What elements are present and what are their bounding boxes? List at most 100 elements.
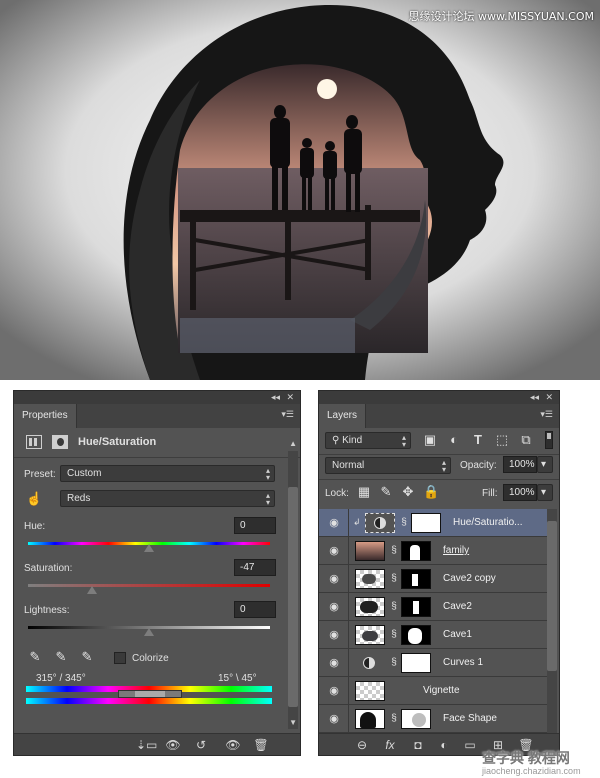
lock-position-icon[interactable]: ✥	[401, 484, 415, 500]
saturation-slider-knob[interactable]	[87, 586, 97, 594]
layer-row-family[interactable]: ◉ § family	[319, 537, 547, 565]
filter-type-icon[interactable]: T	[471, 432, 485, 448]
saturation-slider-track[interactable]	[28, 584, 270, 587]
saturation-input[interactable]: -47	[234, 559, 276, 576]
mask-thumbnail[interactable]	[401, 625, 431, 645]
layer-row-vignette[interactable]: ◉ Vignette	[319, 677, 547, 705]
layer-row-cave1[interactable]: ◉ § Cave1	[319, 621, 547, 649]
layer-name: Cave2	[443, 601, 472, 612]
link-icon[interactable]: §	[389, 657, 399, 669]
clipping-arrow-icon: ↲	[353, 517, 361, 527]
lightness-input[interactable]: 0	[234, 601, 276, 618]
layer-row-cave2-copy[interactable]: ◉ § Cave2 copy	[319, 565, 547, 593]
link-icon[interactable]: §	[389, 601, 399, 613]
mask-thumbnail[interactable]	[401, 569, 431, 589]
updown-icon: ▴ ▾	[265, 491, 270, 507]
layer-row-face-shape[interactable]: ◉ § Face Shape	[319, 705, 547, 733]
filter-shape-icon[interactable]: ⬚	[495, 432, 509, 448]
lock-image-icon[interactable]: ✎	[379, 484, 393, 500]
mask-thumbnail[interactable]	[401, 597, 431, 617]
layer-row-curves-1[interactable]: ◉ § Curves 1	[319, 649, 547, 677]
layers-list: ◉ ↲ § Hue/Saturatio... ◉ § family ◉ § Ca…	[319, 509, 559, 733]
link-icon[interactable]: §	[389, 629, 399, 641]
new-adjustment-icon[interactable]: ◐	[435, 737, 453, 753]
mask-thumbnail[interactable]	[401, 709, 431, 729]
delete-icon[interactable]: 🗑	[252, 737, 270, 753]
hue-slider-knob[interactable]	[144, 544, 154, 552]
hue-input[interactable]: 0	[234, 517, 276, 534]
fx-icon[interactable]: fx	[381, 737, 399, 753]
collapse-icon[interactable]: ◂◂	[271, 391, 280, 404]
lock-label: Lock:	[325, 488, 349, 499]
visibility-toggle[interactable]: ◉	[319, 565, 349, 593]
preset-select[interactable]: Custom ▴ ▾	[60, 465, 275, 482]
link-layers-icon[interactable]: ⊖	[353, 737, 371, 753]
clip-to-layer-icon[interactable]: ⇣▭	[136, 737, 157, 753]
layer-row-cave2[interactable]: ◉ § Cave2	[319, 593, 547, 621]
mask-thumbnail[interactable]	[411, 513, 441, 533]
visibility-toggle[interactable]: ◉	[319, 677, 349, 705]
layer-thumbnail	[355, 709, 385, 729]
filter-toggle[interactable]	[545, 431, 553, 449]
scroll-up-icon[interactable]: ▲	[289, 439, 297, 448]
lightness-label: Lightness:	[24, 605, 70, 616]
blend-mode-select[interactable]: Normal ▴ ▾	[325, 457, 451, 474]
link-icon[interactable]: §	[389, 713, 399, 725]
range-selector[interactable]	[118, 690, 182, 698]
lock-all-icon[interactable]: 🔒	[423, 484, 439, 500]
visibility-toggle[interactable]: ◉	[319, 649, 349, 677]
opacity-input[interactable]: 100%	[503, 456, 537, 473]
collapse-icon[interactable]: ◂◂	[530, 391, 539, 404]
panel-topbar: ◂◂ ✕	[14, 391, 300, 404]
opacity-dropdown[interactable]: ▾	[537, 456, 553, 473]
filter-smart-object-icon[interactable]: ⧉	[519, 432, 533, 448]
panel-menu-icon[interactable]: ▾☰	[540, 409, 553, 420]
close-icon[interactable]: ✕	[545, 391, 553, 404]
add-mask-icon[interactable]: ◘	[409, 737, 427, 753]
link-icon[interactable]: §	[389, 545, 399, 557]
mask-icon[interactable]	[52, 435, 68, 449]
mask-thumbnail[interactable]	[401, 541, 431, 561]
fill-dropdown[interactable]: ▾	[537, 484, 553, 501]
link-icon[interactable]: §	[399, 517, 409, 529]
layers-scrollbar-thumb[interactable]	[547, 521, 557, 671]
toggle-visibility-icon[interactable]: 👁	[224, 737, 242, 753]
lock-transparent-icon[interactable]: ▦	[357, 484, 371, 500]
visibility-toggle[interactable]: ◉	[319, 593, 349, 621]
panel-menu-icon[interactable]: ▾☰	[281, 409, 294, 420]
layers-panel: ◂◂ ✕ Layers ▾☰ ⚲ Kind ▴ ▾ ▣ ◐ T ⬚ ⧉ Norma…	[318, 390, 560, 756]
adjustment-thumbnail	[365, 513, 395, 533]
filter-pixel-icon[interactable]: ▣	[423, 432, 437, 448]
close-icon[interactable]: ✕	[286, 391, 294, 404]
visibility-toggle[interactable]: ◉	[319, 621, 349, 649]
layer-name: Curves 1	[443, 657, 484, 668]
eyedropper-minus-icon[interactable]: ✎	[80, 649, 94, 665]
tab-layers[interactable]: Layers	[319, 404, 367, 428]
fill-input[interactable]: 100%	[503, 484, 537, 501]
visibility-toggle[interactable]: ◉	[319, 509, 349, 537]
filter-adjustment-icon[interactable]: ◐	[447, 432, 461, 448]
link-icon[interactable]: §	[389, 573, 399, 585]
eye-icon: ◉	[329, 685, 339, 697]
layer-row-hue-saturation[interactable]: ◉ ↲ § Hue/Saturatio...	[319, 509, 547, 537]
lightness-slider-knob[interactable]	[144, 628, 154, 636]
eyedropper-plus-icon[interactable]: ✎	[54, 649, 68, 665]
targeted-adjustment-hand-icon[interactable]: ☝	[26, 491, 42, 507]
visibility-toggle[interactable]: ◉	[319, 537, 349, 565]
channel-select[interactable]: Reds ▴ ▾	[60, 490, 275, 507]
eye-icon: ◉	[329, 517, 339, 529]
view-previous-state-icon[interactable]: 👁	[164, 737, 182, 753]
colorize-checkbox[interactable]	[114, 652, 126, 664]
eyedropper-icon[interactable]: ✎	[28, 649, 42, 665]
scrollbar-thumb[interactable]	[288, 487, 298, 707]
mask-thumbnail[interactable]	[401, 653, 431, 673]
visibility-toggle[interactable]: ◉	[319, 705, 349, 733]
reset-icon[interactable]: ↺	[192, 737, 210, 753]
layer-name: Hue/Saturatio...	[453, 517, 523, 528]
updown-icon: ▴ ▾	[401, 433, 406, 449]
tab-properties[interactable]: Properties	[14, 404, 77, 428]
scroll-down-icon[interactable]: ▼	[289, 718, 297, 727]
filter-kind-select[interactable]: ⚲ Kind ▴ ▾	[325, 432, 411, 449]
colorize-label: Colorize	[132, 653, 169, 664]
updown-icon: ▴ ▾	[265, 466, 270, 482]
